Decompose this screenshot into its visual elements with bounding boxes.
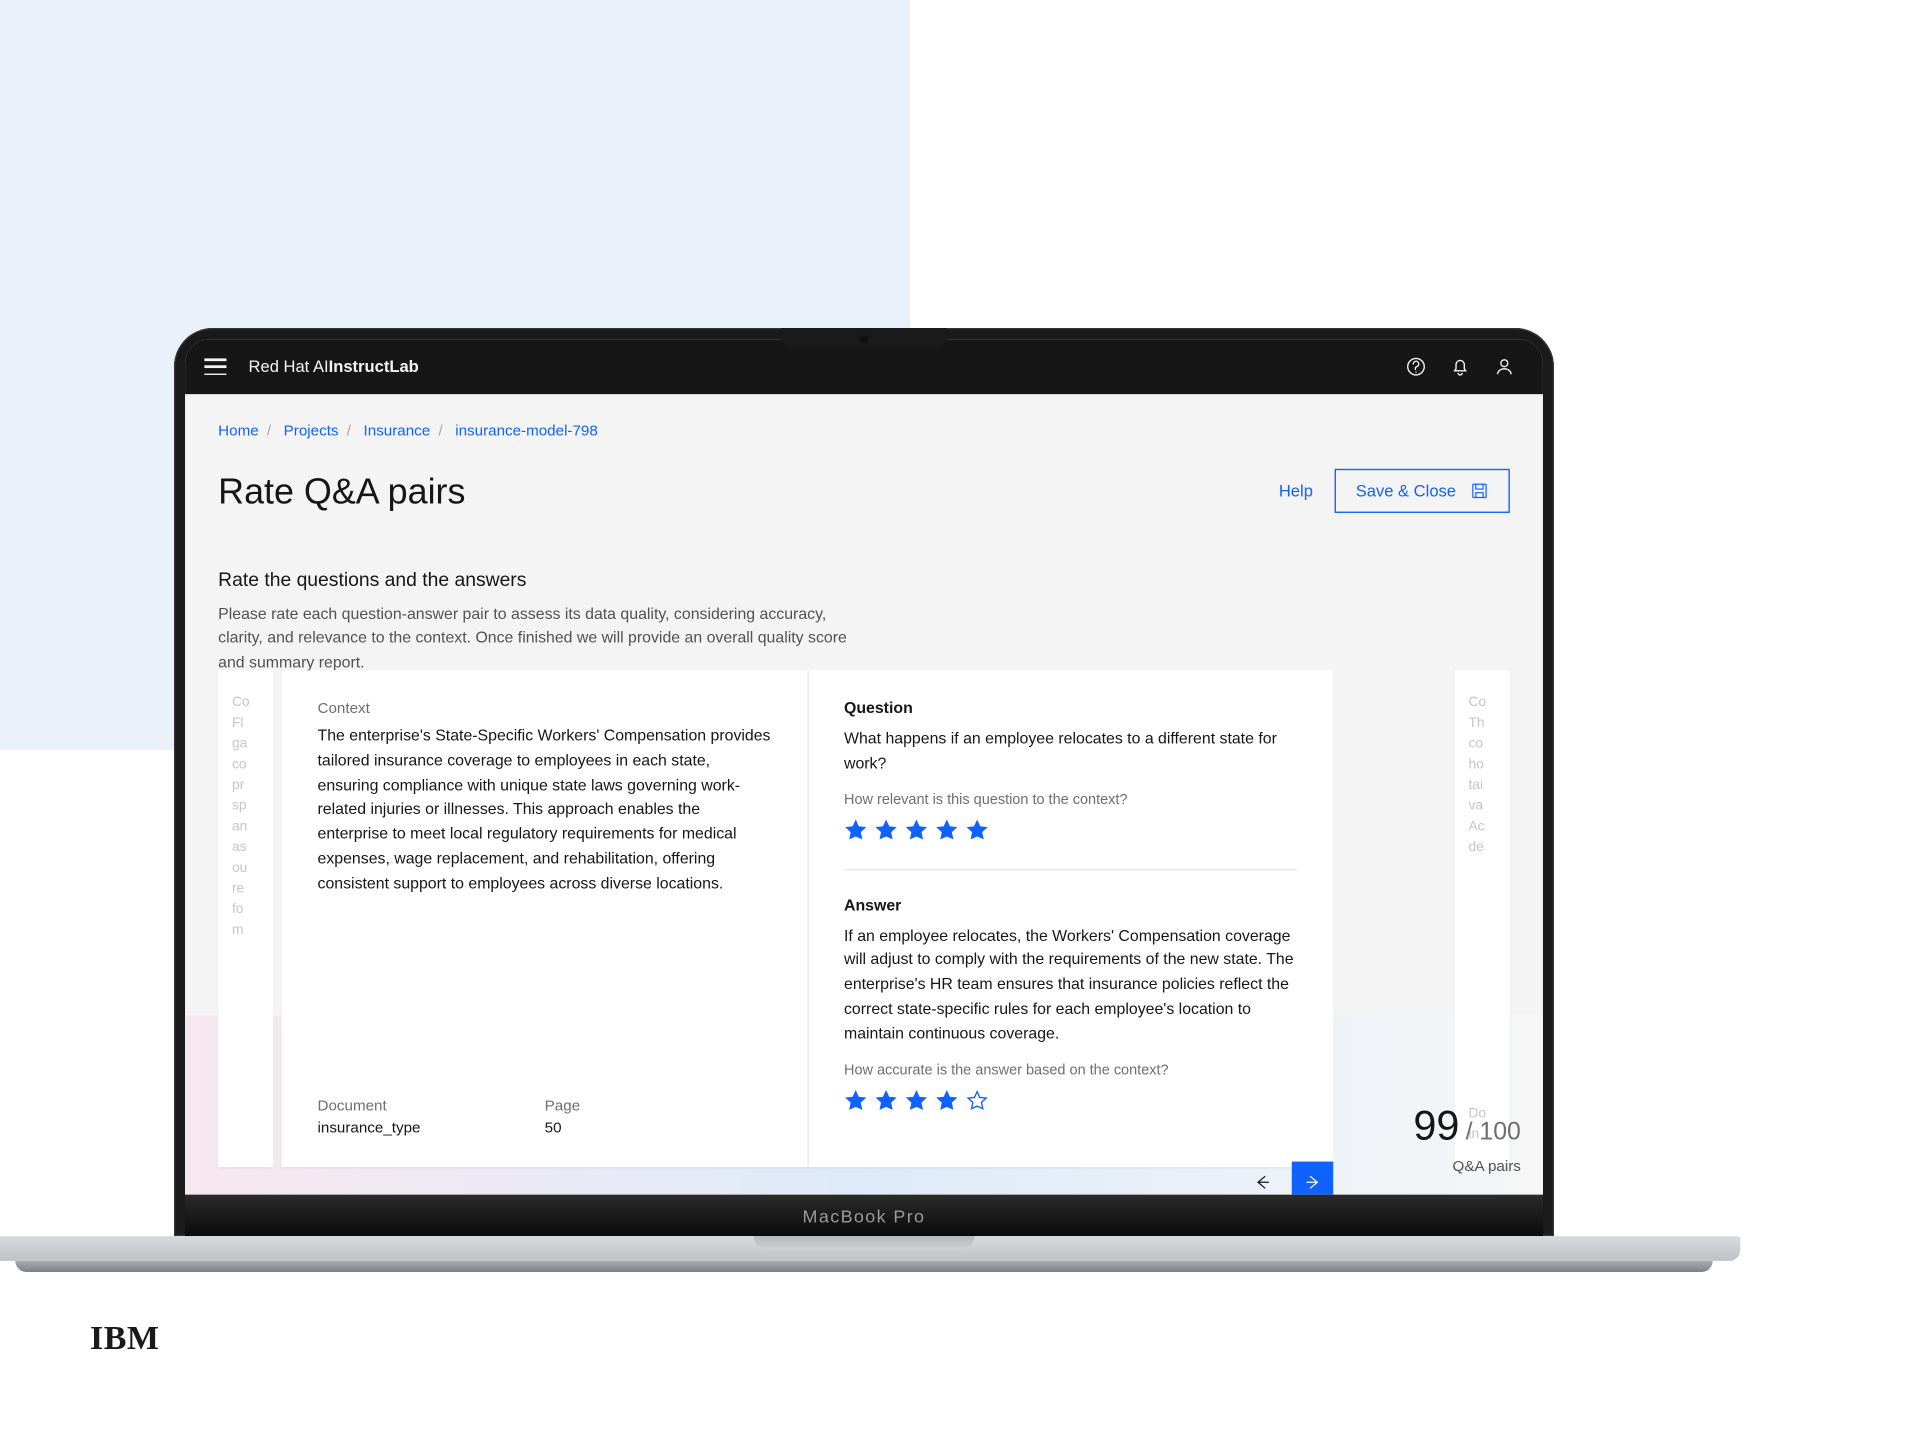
breadcrumb-insurance[interactable]: Insurance — [364, 423, 431, 440]
page-label: Page — [545, 1098, 580, 1115]
question-rating[interactable] — [844, 819, 1297, 841]
next-button[interactable] — [1292, 1162, 1333, 1195]
next-card-peek: Co Th co ho tai va Ac de Do in — [1455, 670, 1510, 1167]
save-icon — [1470, 481, 1489, 500]
context-text: The enterprise's State-Specific Workers'… — [318, 725, 771, 897]
breadcrumb-projects[interactable]: Projects — [284, 423, 339, 440]
prev-button[interactable] — [1242, 1162, 1283, 1195]
document-label: Document — [318, 1098, 421, 1115]
star-icon[interactable] — [905, 819, 927, 841]
notification-icon[interactable] — [1441, 347, 1480, 386]
arrow-right-icon — [1303, 1173, 1322, 1192]
help-link[interactable]: Help — [1279, 481, 1313, 500]
save-close-button[interactable]: Save & Close — [1335, 469, 1510, 513]
question-hint: How relevant is this question to the con… — [844, 791, 1297, 808]
answer-rating[interactable] — [844, 1089, 1297, 1111]
star-icon[interactable] — [965, 819, 987, 841]
section-description: Please rate each question-answer pair to… — [218, 604, 867, 675]
page-title: Rate Q&A pairs — [218, 469, 1279, 512]
document-link[interactable]: insurance_type — [318, 1120, 421, 1137]
question-label: Question — [844, 701, 1297, 718]
star-icon[interactable] — [844, 1089, 866, 1111]
help-icon[interactable] — [1397, 347, 1436, 386]
prev-card-peek: Co Fl ga co pr sp an as ou re fo m — [218, 670, 273, 1167]
section-subhead: Rate the questions and the answers — [218, 568, 1510, 590]
progress-counter: 99 / 100 Q&A pairs — [1413, 1104, 1520, 1176]
user-icon[interactable] — [1485, 347, 1524, 386]
page-value: 50 — [545, 1120, 580, 1137]
star-icon[interactable] — [844, 819, 866, 841]
star-icon[interactable] — [935, 1089, 957, 1111]
answer-label: Answer — [844, 897, 1297, 914]
breadcrumb: Home/ Projects/ Insurance/ insurance-mod… — [218, 414, 1510, 450]
answer-hint: How accurate is the answer based on the … — [844, 1062, 1297, 1079]
brand-prefix: Red Hat AI — [249, 357, 329, 376]
laptop-mockup: Red Hat AI InstructLab Home/ — [174, 328, 1554, 1272]
star-icon[interactable] — [935, 819, 957, 841]
arrow-left-icon — [1253, 1173, 1272, 1192]
question-text: What happens if an employee relocates to… — [844, 728, 1297, 777]
answer-text: If an employee relocates, the Workers' C… — [844, 925, 1297, 1048]
context-label: Context — [318, 701, 771, 718]
star-icon[interactable] — [874, 1089, 896, 1111]
star-icon[interactable] — [965, 1089, 987, 1111]
breadcrumb-home[interactable]: Home — [218, 423, 258, 440]
qa-card: Context The enterprise's State-Specific … — [282, 670, 1334, 1167]
device-label: MacBook Pro — [185, 1195, 1543, 1236]
brand-product: InstructLab — [329, 357, 419, 376]
breadcrumb-model[interactable]: insurance-model-798 — [455, 423, 598, 440]
star-icon[interactable] — [905, 1089, 927, 1111]
ibm-logo: IBM — [90, 1320, 160, 1358]
menu-icon[interactable] — [204, 358, 226, 375]
star-icon[interactable] — [874, 819, 896, 841]
